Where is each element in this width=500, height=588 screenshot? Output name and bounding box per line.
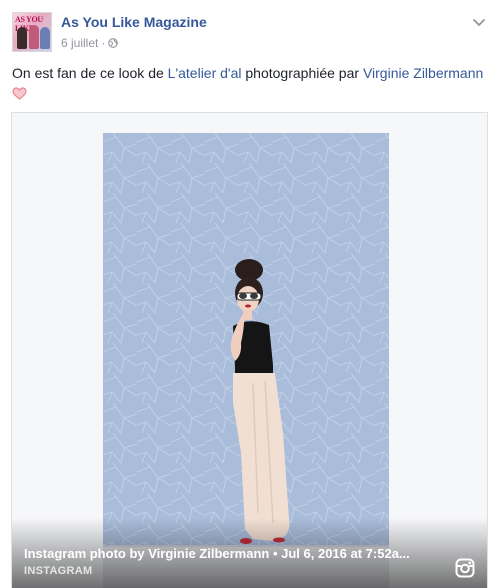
page-avatar[interactable]: AS YOU LIKE (12, 12, 52, 52)
meta-separator: · (101, 36, 106, 50)
page-name-link[interactable]: As You Like Magazine (61, 14, 207, 30)
message-text: On est fan de ce look de (12, 65, 168, 81)
attachment-source: INSTAGRAM (24, 565, 93, 577)
avatar-figure (29, 25, 39, 49)
heart-icon (12, 87, 27, 100)
post-meta: 6 juillet · (61, 36, 119, 50)
post-message: On est fan de ce look de L'atelier d'al … (12, 63, 488, 103)
attachment-title[interactable]: Instagram photo by Virginie Zilbermann •… (24, 546, 410, 561)
message-text: photographiée par (241, 65, 363, 81)
atelier-link[interactable]: L'atelier d'al (168, 65, 242, 81)
post-date[interactable]: 6 juillet (61, 36, 98, 50)
globe-icon[interactable] (108, 38, 119, 48)
avatar-figure (17, 27, 27, 49)
instagram-icon (455, 558, 475, 578)
instagram-attachment[interactable]: Instagram photo by Virginie Zilbermann •… (11, 112, 488, 588)
chevron-down-icon[interactable] (472, 18, 486, 28)
photographer-link[interactable]: Virginie Zilbermann (363, 65, 483, 81)
avatar-figure (40, 27, 50, 49)
